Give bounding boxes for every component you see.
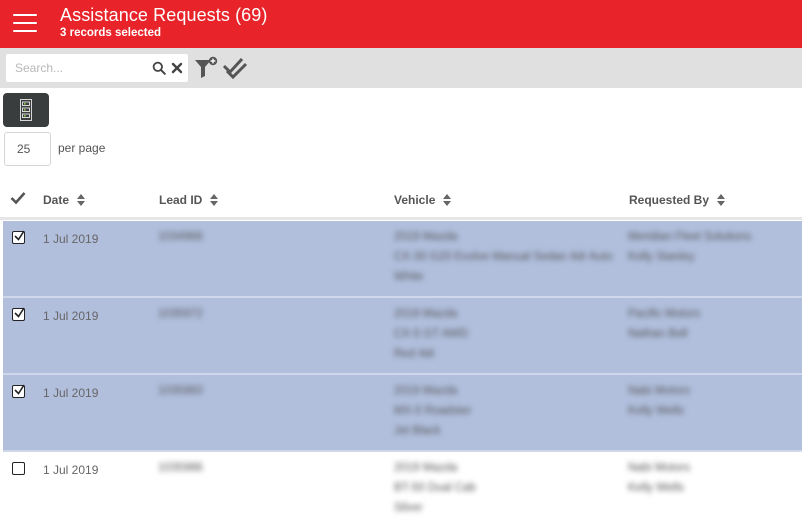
cell-requester-name: Kelly Wells [628, 482, 685, 494]
cell-lead-id: 1034968 [158, 231, 203, 243]
cell-vehicle-model: CX-5 GT AWD [394, 328, 469, 340]
per-page-label: per page [58, 141, 106, 155]
table-row[interactable]: 1 Jul 2019 1034968 2019 Mazda CX-30 G20 … [3, 221, 802, 298]
search-input[interactable] [6, 54, 146, 82]
row-checkbox[interactable] [12, 230, 25, 244]
row-checkbox[interactable] [12, 462, 25, 475]
column-header-requested-by[interactable]: Requested By [629, 193, 726, 207]
cell-vehicle-colour: Jet Black [394, 425, 441, 437]
multi-check-icon[interactable] [222, 56, 248, 80]
cell-date: 1 Jul 2019 [43, 232, 99, 246]
cell-requester-name: Kelly Wells [628, 405, 685, 417]
table-header-divider [0, 217, 802, 220]
columns-list-icon [20, 99, 32, 121]
cell-vehicle-make: 2019 Mazda [394, 462, 458, 474]
table-row[interactable]: 1 Jul 2019 1035983 2019 Mazda MX-5 Roads… [3, 375, 802, 452]
cell-vehicle-model: MX-5 Roadster [394, 405, 472, 417]
cell-lead-id: 1035983 [158, 385, 203, 397]
cell-requester-company: Pacific Motors [628, 308, 701, 320]
row-checkbox[interactable] [12, 384, 25, 398]
column-header-lead-id[interactable]: Lead ID [159, 193, 219, 207]
cell-requester-company: Nabi Motors [628, 385, 690, 397]
cell-requester-name: Nathan Bell [628, 328, 688, 340]
filter-add-icon[interactable] [194, 56, 218, 80]
sort-icon [443, 193, 452, 206]
cell-vehicle-make: 2019 Mazda [394, 308, 458, 320]
hamburger-menu-icon[interactable] [13, 14, 37, 32]
cell-requester-company: Nabi Motors [628, 462, 690, 474]
cell-requester-name: Kelly Stanley [628, 251, 695, 263]
per-page-input[interactable] [4, 132, 51, 166]
cell-vehicle-model: CX-30 G20 Evolve Manual Sedan 4dr Auto [394, 251, 613, 263]
sort-icon [77, 193, 86, 206]
cell-date: 1 Jul 2019 [43, 463, 99, 477]
column-header-vehicle[interactable]: Vehicle [394, 193, 452, 207]
cell-date: 1 Jul 2019 [43, 309, 99, 323]
cell-vehicle-model: BT-50 Dual Cab [394, 482, 476, 494]
column-chooser-button[interactable] [3, 93, 49, 127]
cell-lead-id: 1035972 [158, 308, 203, 320]
cell-vehicle-make: 2019 Mazda [394, 231, 458, 243]
checkmark-icon [14, 307, 25, 318]
cell-lead-id: 1035986 [158, 462, 203, 474]
cell-date: 1 Jul 2019 [43, 386, 99, 400]
row-checkbox[interactable] [12, 307, 25, 321]
column-header-date[interactable]: Date [43, 193, 86, 207]
cell-requester-company: Meridian Fleet Solutions [628, 231, 752, 243]
checkmark-icon [14, 384, 25, 395]
cell-vehicle-colour: Silver [394, 502, 423, 514]
clear-icon[interactable] [170, 61, 184, 75]
checkmark-icon [14, 230, 25, 241]
selection-count: 3 records selected [60, 27, 162, 39]
table-row[interactable]: 1 Jul 2019 1035972 2019 Mazda CX-5 GT AW… [3, 298, 802, 375]
cell-vehicle-make: 2019 Mazda [394, 385, 458, 397]
app-header: Assistance Requests (69) 3 records selec… [0, 0, 802, 48]
sort-icon [210, 193, 219, 206]
cell-vehicle-colour: White [394, 271, 424, 283]
sort-icon [717, 193, 726, 206]
select-all-check-icon[interactable] [10, 191, 26, 205]
table-row[interactable]: 1 Jul 2019 1035986 2019 Mazda BT-50 Dual… [3, 452, 802, 526]
search-icon[interactable] [152, 61, 166, 75]
search-box [6, 54, 188, 82]
toolbar [0, 48, 802, 88]
page-title: Assistance Requests (69) [60, 5, 268, 25]
cell-vehicle-colour: Red 4dr [394, 348, 435, 360]
